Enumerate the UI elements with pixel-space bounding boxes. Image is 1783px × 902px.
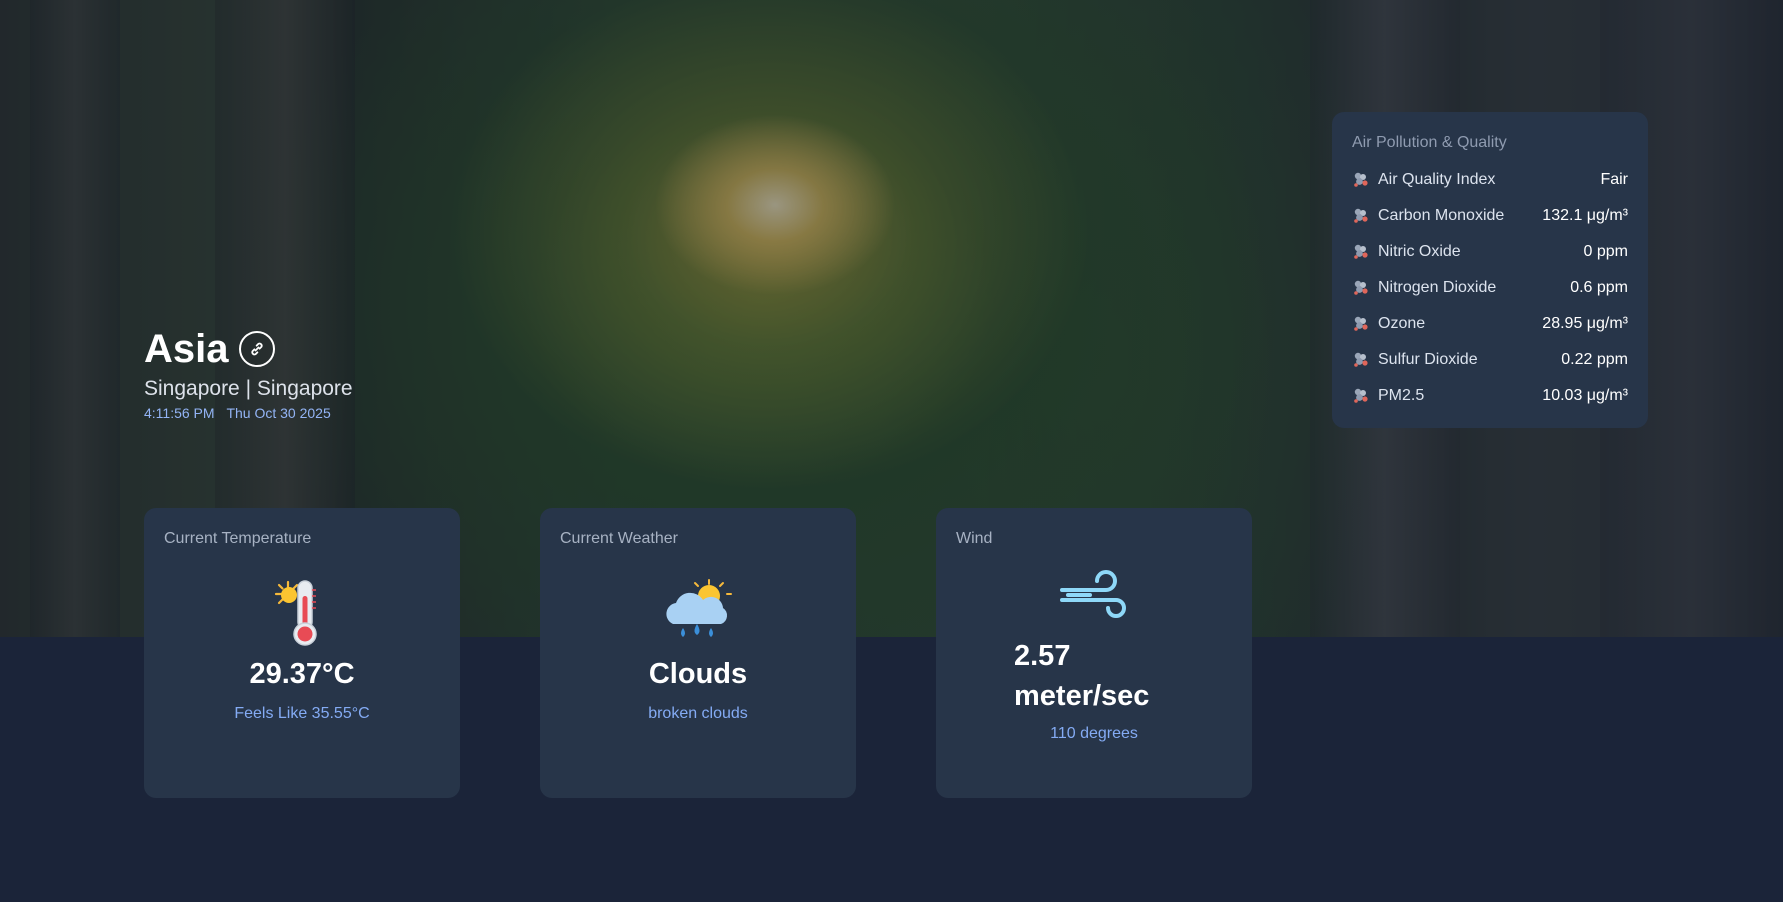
region-title: Asia <box>144 327 229 371</box>
air-quality-row: Carbon Monoxide 132.1 μg/m³ <box>1352 198 1628 234</box>
air-quality-row: PM2.5 10.03 μg/m³ <box>1352 378 1628 414</box>
weather-card: Current Weather Clouds broken clouds <box>540 508 856 798</box>
wind-direction: 110 degrees <box>1050 725 1138 742</box>
air-quality-row: Air Quality Index Fair <box>1352 162 1628 198</box>
wind-speed: 2.57 meter/sec <box>1014 636 1149 716</box>
pollutant-value: 0.22 ppm <box>1561 351 1628 368</box>
smog-icon <box>1352 243 1370 261</box>
local-date: Thu Oct 30 2025 <box>226 405 331 421</box>
pollutant-name: Nitrogen Dioxide <box>1378 279 1497 296</box>
smog-icon <box>1352 351 1370 369</box>
local-time: 4:11:56 PM <box>144 405 215 421</box>
temperature-card: Current Temperature 29.37°C Feels Like 3… <box>144 508 460 798</box>
smog-icon <box>1352 279 1370 297</box>
weather-condition: Clouds <box>648 658 748 690</box>
pollutant-value: 10.03 μg/m³ <box>1542 387 1628 404</box>
pollutant-name: Carbon Monoxide <box>1378 207 1505 224</box>
air-quality-row: Sulfur Dioxide 0.22 ppm <box>1352 342 1628 378</box>
air-quality-row: Ozone 28.95 μg/m³ <box>1352 306 1628 342</box>
air-quality-row: Nitrogen Dioxide 0.6 ppm <box>1352 270 1628 306</box>
pollutant-name: Sulfur Dioxide <box>1378 351 1478 368</box>
air-quality-row: Nitric Oxide 0 ppm <box>1352 234 1628 270</box>
pollutant-name: Air Quality Index <box>1378 171 1496 188</box>
wind-speed-value: 2.57 <box>1014 640 1071 672</box>
smog-icon <box>1352 207 1370 225</box>
card-label: Current Weather <box>560 530 678 547</box>
air-quality-list: Air Quality Index Fair Carbon Monoxide 132.… <box>1352 162 1628 414</box>
feels-like-text: Feels Like 35.55°C <box>234 705 370 722</box>
weather-description: broken clouds <box>648 705 748 722</box>
temperature-value: 29.37°C <box>249 658 355 690</box>
pollutant-name: PM2.5 <box>1378 387 1425 404</box>
local-datetime: 4:11:56 PM Thu Oct 30 2025 <box>144 405 353 421</box>
city-country: Singapore | Singapore <box>144 377 353 400</box>
pollutant-name: Nitric Oxide <box>1378 243 1461 260</box>
link-icon <box>250 342 263 356</box>
smog-icon <box>1352 387 1370 405</box>
thermometer-sun-icon <box>274 578 330 653</box>
pollutant-name: Ozone <box>1378 315 1426 332</box>
wind-speed-unit: meter/sec <box>1014 680 1150 712</box>
location-header: Asia Singapore | Singapore 4:11:56 PM Th… <box>144 325 353 421</box>
wind-card: Wind 2.57 meter/sec 110 degrees <box>936 508 1252 798</box>
air-quality-panel: Air Pollution & Quality Air Quality Inde… <box>1332 112 1648 428</box>
share-link-button[interactable] <box>238 331 275 367</box>
card-label: Current Temperature <box>164 530 312 547</box>
smog-icon <box>1352 171 1370 189</box>
cloud-sun-rain-icon <box>661 578 735 651</box>
wind-icon <box>1058 570 1130 625</box>
smog-icon <box>1352 315 1370 333</box>
pollutant-value: 28.95 μg/m³ <box>1542 315 1628 332</box>
pollutant-value: Fair <box>1600 171 1628 188</box>
pollutant-value: 0 ppm <box>1583 243 1628 260</box>
air-quality-title: Air Pollution & Quality <box>1352 134 1507 151</box>
pollutant-value: 0.6 ppm <box>1570 279 1628 296</box>
pollutant-value: 132.1 μg/m³ <box>1542 207 1628 224</box>
card-label: Wind <box>956 530 993 547</box>
